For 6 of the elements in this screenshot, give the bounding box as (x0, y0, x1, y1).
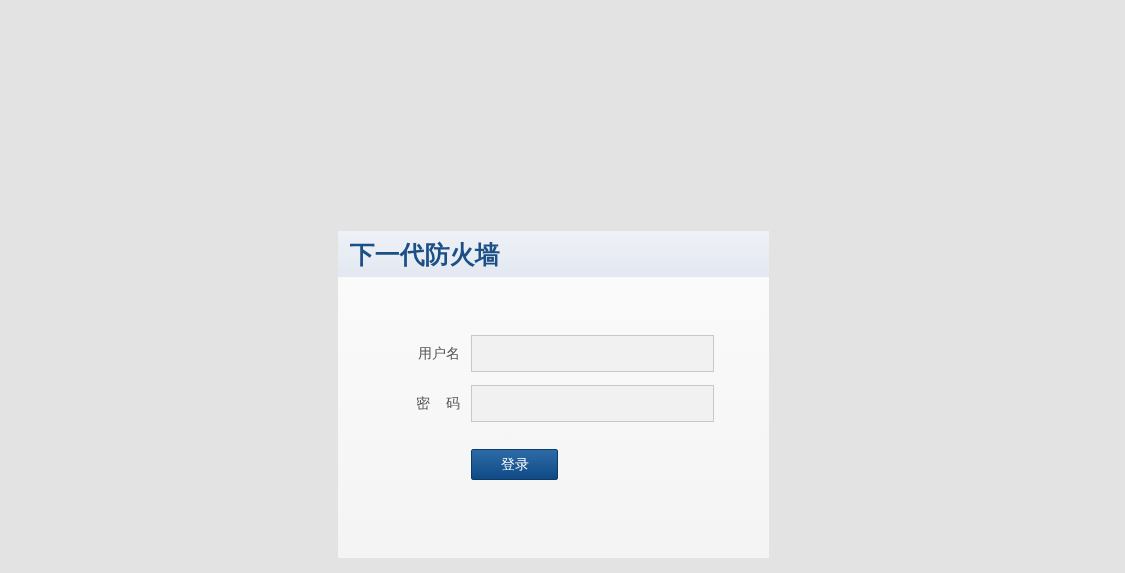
field-label: 用户名 (418, 344, 460, 363)
input-field[interactable] (471, 385, 714, 422)
field-label: 密 码 (415, 394, 460, 413)
app-title: 下一代防火墙 (350, 238, 500, 271)
input-field[interactable] (471, 335, 714, 372)
login-button[interactable]: 登录 (471, 449, 558, 480)
